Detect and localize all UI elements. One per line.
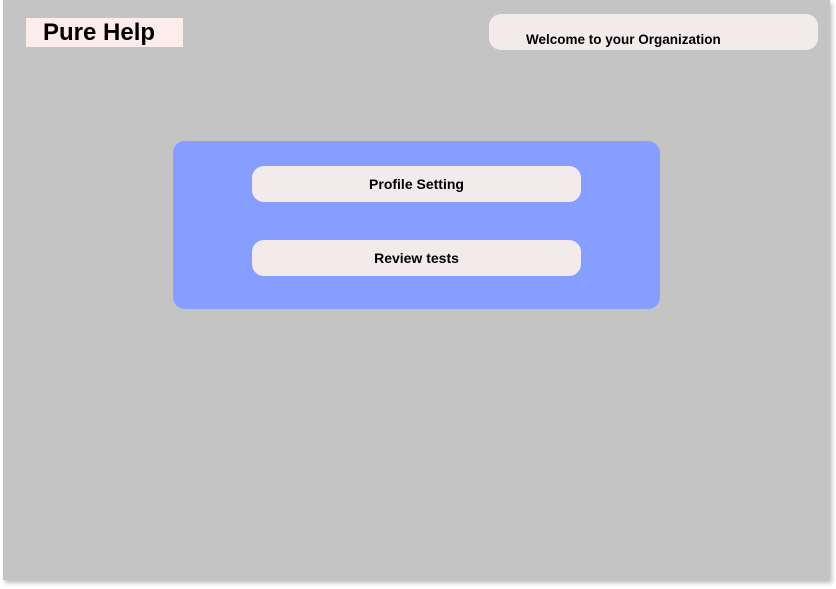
- profile-setting-button[interactable]: Profile Setting: [252, 166, 581, 202]
- review-tests-button[interactable]: Review tests: [252, 240, 581, 276]
- welcome-text: Welcome to your Organization: [526, 32, 721, 47]
- app-screen: Pure Help Welcome to your Organization P…: [3, 0, 830, 580]
- menu-panel: Profile Setting Review tests: [173, 141, 660, 309]
- profile-setting-label: Profile Setting: [369, 176, 464, 192]
- welcome-banner: Welcome to your Organization: [489, 14, 818, 50]
- app-logo: Pure Help: [26, 18, 183, 47]
- review-tests-label: Review tests: [374, 250, 459, 266]
